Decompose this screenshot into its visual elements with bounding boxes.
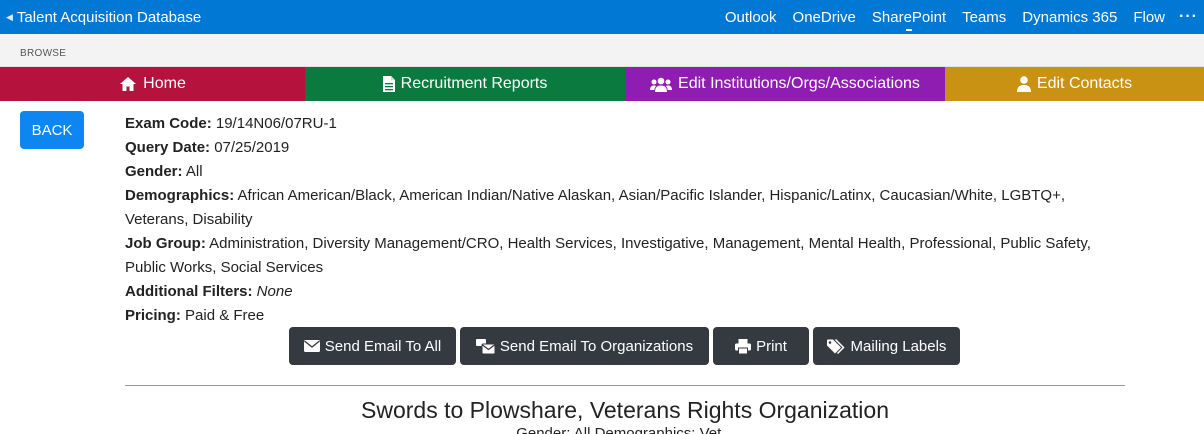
detail-query-date: Query Date: 07/25/2019 — [125, 139, 290, 156]
nav-edit-contacts-label: Edit Contacts — [1036, 75, 1133, 92]
app-link-dynamics[interactable]: Dynamics 365 — [1014, 0, 1125, 34]
app-link-teams[interactable]: Teams — [954, 0, 1014, 34]
send-email-to-all-button[interactable]: Send Email To All — [289, 327, 456, 365]
back-button[interactable]: BACK — [20, 111, 84, 149]
file-text-icon — [382, 76, 395, 92]
nav-edit-contacts[interactable]: Edit Contacts — [945, 67, 1204, 101]
mailing-labels-label: Mailing Labels — [850, 337, 947, 355]
detail-job-group: Job Group: Administration, Diversity Man… — [125, 235, 1091, 276]
detail-demographics: Demographics: African American/Black, Am… — [125, 187, 1066, 228]
app-title-label: Talent Acquisition Database — [16, 8, 202, 26]
mailing-labels-button[interactable]: Mailing Labels — [813, 327, 960, 365]
more-apps-icon[interactable]: ··· — [1173, 0, 1204, 34]
detail-exam-code: Exam Code: 19/14N06/07RU-1 — [125, 115, 337, 132]
tags-icon — [826, 338, 846, 354]
nav-edit-institutions[interactable]: Edit Institutions/Orgs/Associations — [625, 67, 945, 101]
users-icon — [650, 77, 673, 92]
detail-pricing: Pricing: Paid & Free — [125, 307, 265, 324]
send-email-to-organizations-label: Send Email To Organizations — [499, 337, 694, 355]
suite-bar: ◀ Talent Acquisition Database Outlook On… — [0, 0, 1204, 34]
print-label: Print — [756, 337, 787, 355]
home-icon — [119, 76, 137, 92]
app-link-sharepoint[interactable]: SharePoint — [864, 0, 954, 34]
nav-edit-institutions-label: Edit Institutions/Orgs/Associations — [678, 75, 920, 92]
app-link-outlook[interactable]: Outlook — [717, 0, 785, 34]
app-links: Outlook OneDrive SharePoint Teams Dynami… — [717, 0, 1204, 34]
user-icon — [1016, 76, 1031, 92]
main-nav: Home Recruitment Reports Edit Institutio… — [0, 67, 1204, 101]
nav-home-label: Home — [143, 75, 186, 92]
organization-subline: Gender: All Demographics: Vet... — [516, 425, 734, 434]
envelope-icon — [303, 340, 320, 352]
detail-additional-filters: Additional Filters: None — [125, 283, 293, 300]
nav-recruitment-reports-label: Recruitment Reports — [400, 75, 548, 92]
ribbon: BROWSE — [0, 34, 1204, 67]
print-button[interactable]: Print — [713, 327, 809, 365]
app-link-flow[interactable]: Flow — [1125, 0, 1173, 34]
action-toolbar: Send Email To All Send Email To Organiza… — [289, 327, 960, 365]
divider — [125, 385, 1125, 386]
ribbon-tab-browse[interactable]: BROWSE — [20, 48, 66, 59]
send-email-to-all-label: Send Email To All — [324, 337, 442, 355]
nav-recruitment-reports[interactable]: Recruitment Reports — [305, 67, 625, 101]
mail-bulk-icon — [475, 338, 495, 354]
query-details: Exam Code: 19/14N06/07RU-1 Query Date: 0… — [125, 112, 1125, 328]
chevron-left-icon: ◀ — [6, 11, 13, 22]
print-icon — [735, 338, 752, 354]
send-email-to-organizations-button[interactable]: Send Email To Organizations — [460, 327, 709, 365]
app-title[interactable]: ◀ Talent Acquisition Database — [0, 0, 201, 34]
nav-home[interactable]: Home — [0, 67, 305, 101]
app-link-onedrive[interactable]: OneDrive — [785, 0, 864, 34]
detail-gender: Gender: All — [125, 163, 203, 180]
organization-name: Swords to Plowshare, Veterans Rights Org… — [361, 397, 889, 423]
